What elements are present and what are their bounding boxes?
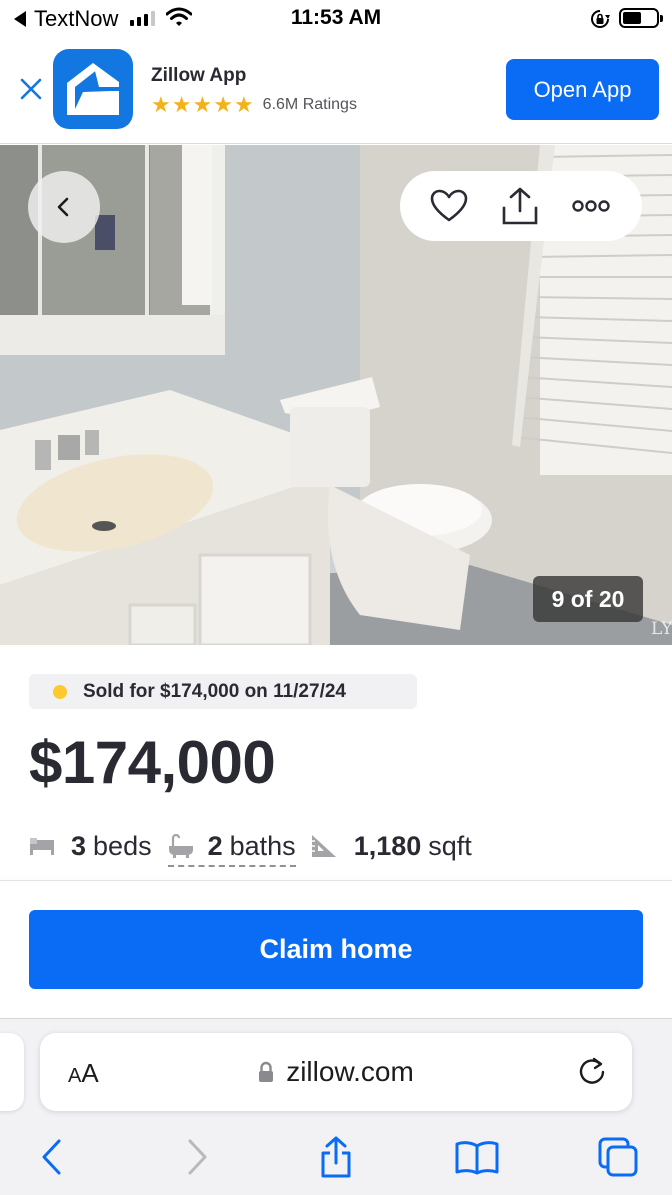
url-field[interactable]: zillow.com bbox=[40, 1056, 632, 1088]
star-icon: ★ bbox=[171, 92, 192, 117]
listing-price: $174,000 bbox=[29, 729, 276, 796]
back-button[interactable] bbox=[28, 171, 100, 243]
url-text: zillow.com bbox=[286, 1056, 414, 1087]
photo-counter: 9 of 20 bbox=[533, 576, 643, 622]
close-icon[interactable] bbox=[18, 76, 44, 102]
lock-icon bbox=[258, 1061, 274, 1083]
ratings-count: 6.6M Ratings bbox=[262, 96, 357, 113]
ruler-icon bbox=[310, 833, 338, 859]
share-icon[interactable] bbox=[312, 1133, 360, 1181]
more-icon bbox=[572, 200, 610, 212]
app-rating: ★ ★ ★ ★ ★ 6.6M Ratings bbox=[151, 94, 357, 116]
star-icon: ★ bbox=[151, 92, 171, 117]
share-button[interactable] bbox=[499, 185, 541, 227]
sqft-value: 1,180 bbox=[353, 830, 422, 861]
baths-value: 2 bbox=[207, 830, 223, 861]
beds-fact: 3 beds bbox=[29, 831, 152, 862]
app-name: Zillow App bbox=[151, 65, 247, 86]
sqft-fact: 1,180 sqft bbox=[310, 831, 472, 862]
status-badge: Sold for $174,000 on 11/27/24 bbox=[29, 674, 417, 709]
heart-icon bbox=[430, 189, 468, 222]
section-divider bbox=[0, 880, 672, 881]
rotation-lock-icon bbox=[590, 9, 610, 34]
star-icon: ★ bbox=[192, 92, 213, 117]
status-text: Sold for $174,000 on 11/27/24 bbox=[83, 680, 346, 702]
beds-label: beds bbox=[93, 830, 152, 861]
bookmarks-icon[interactable] bbox=[453, 1133, 501, 1181]
reload-icon[interactable] bbox=[576, 1055, 608, 1092]
listing-photo[interactable]: 9 of 20 LY bbox=[0, 145, 672, 645]
back-icon[interactable] bbox=[28, 1133, 76, 1181]
forward-icon[interactable] bbox=[173, 1133, 221, 1181]
beds-value: 3 bbox=[71, 830, 87, 861]
bathtub-icon bbox=[168, 834, 194, 858]
previous-tab-card[interactable] bbox=[0, 1033, 24, 1111]
star-icon: ★ bbox=[233, 92, 254, 117]
save-button[interactable] bbox=[428, 185, 470, 227]
home-facts: 3 beds 2 baths 1,180 sqft bbox=[29, 826, 472, 867]
photo-watermark: LY bbox=[651, 619, 672, 639]
open-app-button[interactable]: Open App bbox=[506, 59, 659, 120]
bed-icon bbox=[29, 836, 55, 856]
app-banner: Zillow App ★ ★ ★ ★ ★ 6.6M Ratings Open A… bbox=[0, 40, 672, 144]
browser-chrome: AA zillow.com bbox=[0, 1018, 672, 1195]
battery-icon bbox=[619, 8, 663, 28]
address-bar[interactable]: AA zillow.com bbox=[40, 1033, 632, 1111]
claim-home-button[interactable]: Claim home bbox=[29, 910, 643, 989]
status-bar: TextNow 11:53 AM bbox=[0, 0, 672, 40]
sqft-label: sqft bbox=[428, 830, 472, 861]
clock: 11:53 AM bbox=[290, 6, 382, 29]
baths-label: baths bbox=[229, 830, 296, 861]
star-icon: ★ bbox=[213, 92, 233, 117]
status-dot bbox=[53, 684, 67, 699]
chevron-left-icon bbox=[57, 197, 69, 217]
zillow-logo bbox=[53, 49, 133, 129]
baths-fact[interactable]: 2 baths bbox=[167, 830, 296, 867]
more-button[interactable] bbox=[570, 185, 612, 227]
tabs-icon[interactable] bbox=[594, 1133, 642, 1181]
photo-actions bbox=[400, 171, 642, 241]
share-icon bbox=[502, 187, 538, 225]
